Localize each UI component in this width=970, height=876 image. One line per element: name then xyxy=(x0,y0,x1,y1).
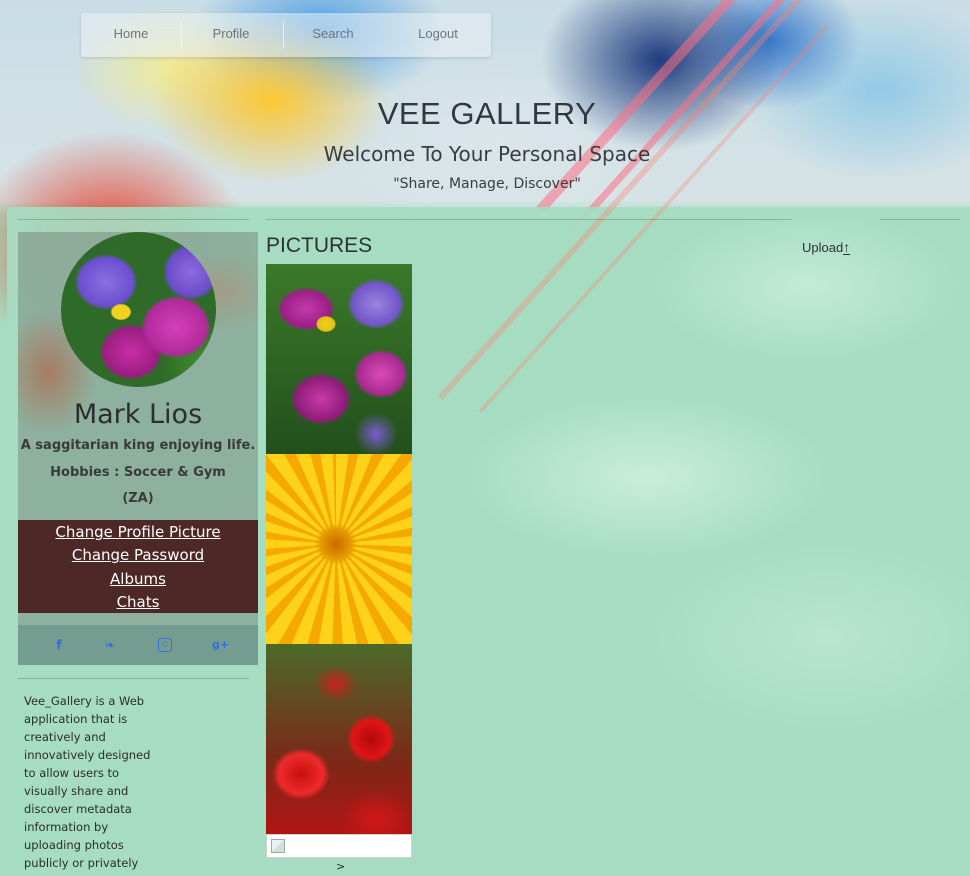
picture-thumbnail-yellow-flower[interactable] xyxy=(266,454,412,644)
divider xyxy=(880,219,960,220)
change-password-link[interactable]: Change Password xyxy=(18,546,258,564)
next-page-link[interactable]: > xyxy=(336,860,345,873)
nav-home[interactable]: Home xyxy=(81,13,181,57)
about-text: Vee_Gallery is a Web application that is… xyxy=(24,694,151,870)
top-nav: Home Profile Search Logout xyxy=(81,13,491,57)
broken-image-icon xyxy=(271,839,285,853)
upload-icon: ↑ xyxy=(843,239,851,255)
social-links: f ❧ ○ g+ xyxy=(18,625,258,665)
profile-hobbies: Hobbies : Soccer & Gym xyxy=(50,465,226,480)
divider xyxy=(266,219,792,220)
pictures-heading: PICTURES xyxy=(266,234,373,257)
nav-profile[interactable]: Profile xyxy=(181,13,281,57)
avatar[interactable] xyxy=(61,232,216,387)
profile-name: Mark Lios xyxy=(73,399,203,430)
profile-bio: A saggitarian king enjoying life. xyxy=(20,438,256,453)
change-profile-picture-link[interactable]: Change Profile Picture xyxy=(18,523,258,541)
nav-search[interactable]: Search xyxy=(283,13,383,57)
picture-thumbnail-broken[interactable] xyxy=(266,834,412,858)
site-title: VEE GALLERY xyxy=(377,96,597,131)
profile-country: (ZA) xyxy=(122,491,154,506)
chats-link[interactable]: Chats xyxy=(18,593,258,611)
profile-menu: Change Profile Picture Change Password A… xyxy=(18,520,258,613)
nav-logout[interactable]: Logout xyxy=(388,13,488,57)
instagram-icon[interactable]: ○ xyxy=(158,638,172,652)
upload-label: Upload xyxy=(802,240,844,255)
twitter-icon[interactable]: ❧ xyxy=(103,638,117,652)
picture-thumbnail-purple-flowers[interactable] xyxy=(266,264,412,454)
albums-link[interactable]: Albums xyxy=(18,570,258,588)
site-tagline: "Share, Manage, Discover" xyxy=(393,176,581,192)
upload-link[interactable]: Upload↑ xyxy=(802,239,851,255)
picture-thumbnail-red-roses[interactable] xyxy=(266,644,412,834)
divider xyxy=(18,219,249,220)
site-subtitle: Welcome To Your Personal Space xyxy=(323,142,651,166)
google-plus-icon[interactable]: g+ xyxy=(212,638,229,652)
divider xyxy=(18,678,249,679)
facebook-icon[interactable]: f xyxy=(52,638,66,652)
picture-grid xyxy=(266,264,412,858)
